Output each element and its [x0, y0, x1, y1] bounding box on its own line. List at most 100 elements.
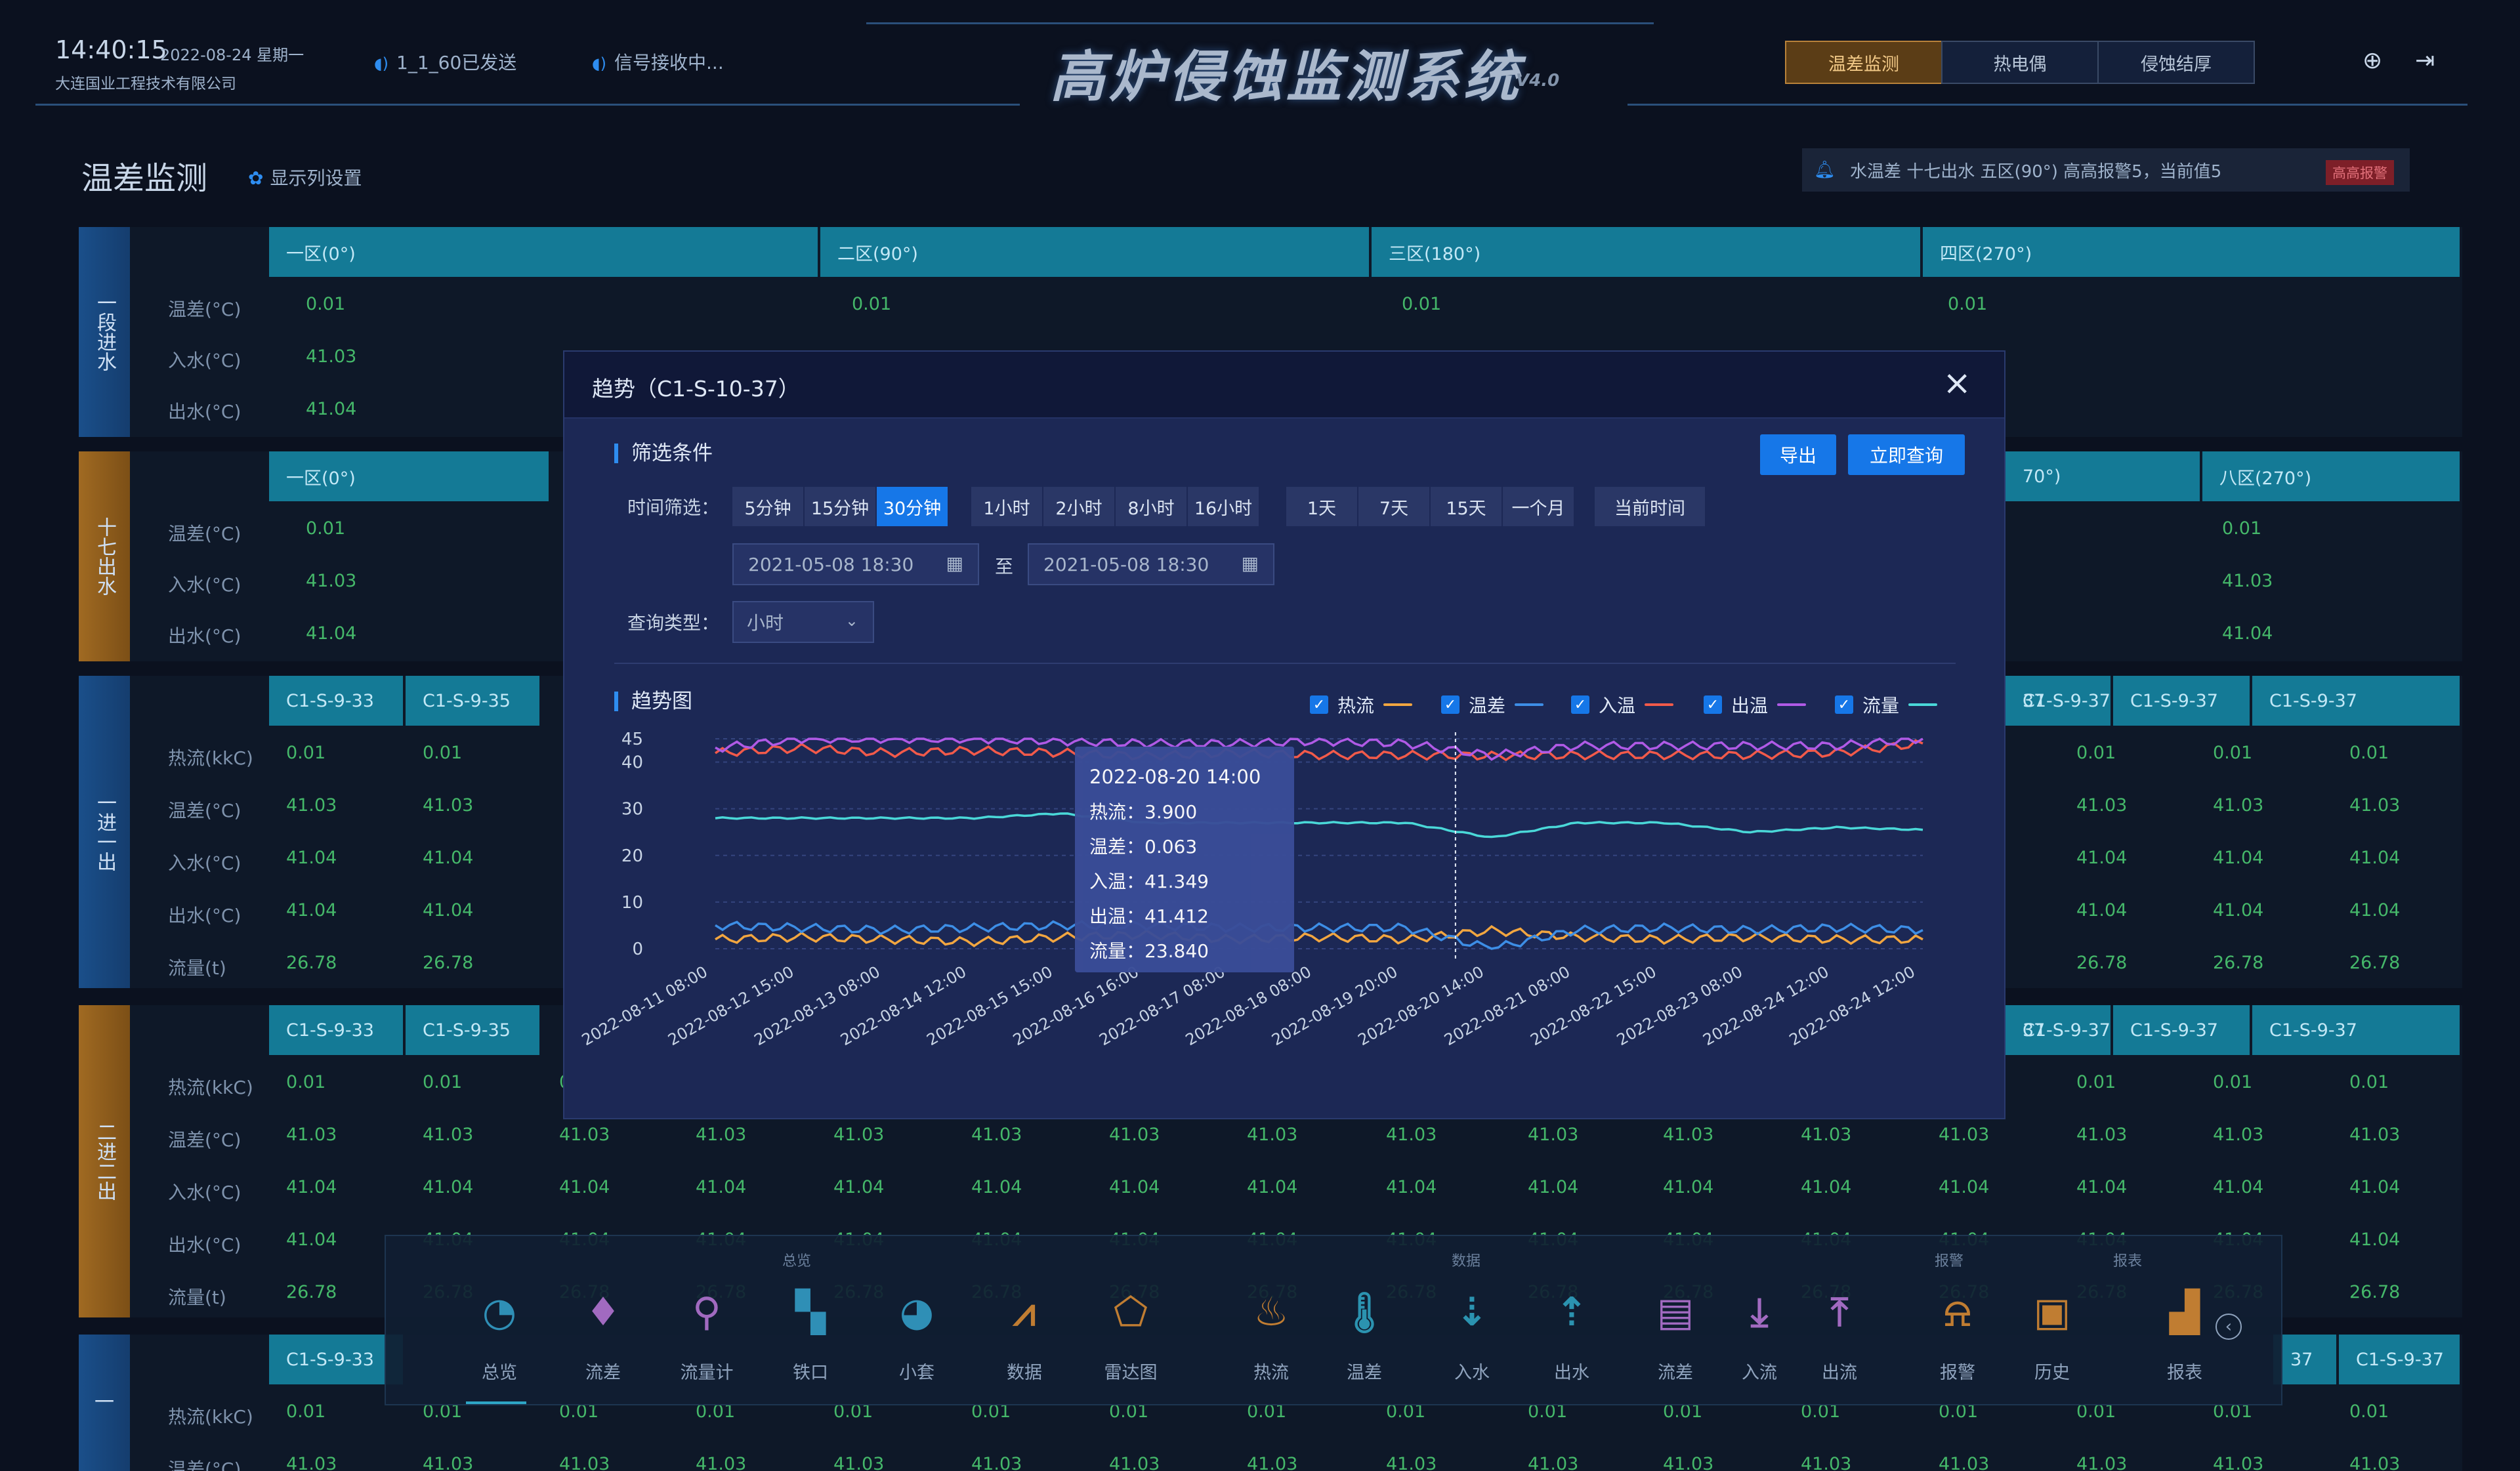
cell-value: 41.04 — [1663, 1177, 1714, 1197]
legend-label: 流量 — [1862, 695, 1900, 716]
legend-out-temp[interactable]: ✓ 出温 — [1704, 692, 1807, 718]
btn-1-hour[interactable]: 1小时 — [971, 487, 1042, 526]
dock-item[interactable]: 🌡︎ 温差 — [1328, 1282, 1400, 1384]
alarm-bar[interactable]: 🔔︎ 水温差 十七出水 五区(90°) 高高报警5，当前值5 高高报警 — [1802, 148, 2410, 192]
btn-15-day[interactable]: 15天 — [1431, 487, 1502, 526]
modal-title: 趋势（C1-S-10-37） — [592, 376, 800, 402]
dock-item[interactable]: ⤒ 出流 — [1803, 1282, 1876, 1384]
globe-icon[interactable]: ⊕ — [2362, 47, 2382, 74]
cell-value: 41.03 — [833, 1454, 885, 1471]
app-title: 高炉侵蚀监测系统 — [1049, 45, 1522, 109]
dock-item[interactable]: ▤ 流差 — [1639, 1282, 1712, 1384]
logout-icon[interactable]: ⇥ — [2415, 47, 2435, 74]
clock: 14:40:15 — [55, 35, 167, 64]
dock-item[interactable]: ♦ 流差 — [567, 1282, 639, 1384]
legend-flow[interactable]: ✓ 流量 — [1835, 692, 1938, 718]
cell-value: 41.03 — [1386, 1125, 1437, 1145]
dock-item[interactable]: ⚲ 流量计 — [671, 1282, 743, 1384]
btn-1-month[interactable]: 一个月 — [1503, 487, 1574, 526]
btn-16-hour[interactable]: 16小时 — [1188, 487, 1259, 526]
trend-modal: 趋势（C1-S-10-37） × 筛选条件 导出 立即查询 时间筛选： 5分钟 … — [563, 350, 2006, 1119]
alarm-level-badge: 高高报警 — [2326, 160, 2394, 185]
export-button[interactable]: 导出 — [1760, 434, 1836, 475]
legend-heat[interactable]: ✓ 热流 — [1310, 692, 1413, 718]
dock-item[interactable]: ▟ 报表 — [2149, 1282, 2221, 1384]
tab-erosion[interactable]: 侵蚀结厚 — [2097, 41, 2255, 84]
version-label: V4.0 — [1516, 71, 1560, 91]
column-header: C1-S-9-37 — [2006, 1005, 2113, 1055]
signal-icon: ◖) — [592, 54, 607, 73]
btn-now[interactable]: 当前时间 — [1595, 487, 1705, 526]
tab-temp-diff[interactable]: 温差监测 — [1785, 41, 1942, 84]
btn-5-min[interactable]: 5分钟 — [732, 487, 803, 526]
zone-header: 三区(180°) — [1372, 227, 1923, 277]
dock-item[interactable]: ⩘ 数据 — [988, 1282, 1060, 1384]
tooltip-line: 出温：41.412 — [1089, 905, 1209, 927]
alarm-light-icon: ⍾ — [1944, 1289, 1971, 1335]
signal-icon: ◖) — [374, 54, 389, 73]
flowmeter-icon: ⚲ — [692, 1289, 721, 1335]
dock-item[interactable]: ▣ 历史 — [2016, 1282, 2088, 1384]
cell-value: 41.03 — [2213, 1125, 2264, 1145]
cell-value: 41.04 — [2222, 623, 2273, 644]
query-button[interactable]: 立即查询 — [1848, 434, 1965, 475]
dock-item[interactable]: ♨ 热流 — [1235, 1282, 1307, 1384]
tab-thermocouple[interactable]: 热电偶 — [1941, 41, 2099, 84]
dock-item[interactable]: ⇡ 出水 — [1536, 1282, 1608, 1384]
alarm-text: 水温差 十七出水 五区(90°) 高高报警5，当前值5 — [1850, 161, 2222, 182]
dock-item[interactable]: ⬠ 雷达图 — [1095, 1282, 1167, 1384]
cell-value: 41.04 — [286, 1177, 337, 1197]
cell-value: 41.04 — [423, 848, 474, 868]
btn-15-min[interactable]: 15分钟 — [805, 487, 875, 526]
dock-item[interactable]: ◔ 总览 — [463, 1282, 536, 1384]
row-label: 温差(°C) — [168, 1459, 242, 1471]
cell-value: 41.03 — [833, 1125, 885, 1145]
dock-item[interactable]: ◕ 小套 — [881, 1282, 953, 1384]
upload-icon: ⤒ — [1830, 1289, 1849, 1335]
section-header-bar-right: 37 C1-S-9-37 — [2273, 1335, 2462, 1384]
btn-8-hour[interactable]: 8小时 — [1116, 487, 1186, 526]
cell-value: 0.01 — [286, 1401, 326, 1422]
dock-item-label: 数据 — [1007, 1363, 1042, 1383]
zone-header: 八区(270°) — [2202, 451, 2462, 501]
column-settings-link[interactable]: ✿ 显示列设置 — [248, 164, 362, 190]
cell-value: 0.01 — [2222, 518, 2262, 539]
dock-group-label: 总览 — [782, 1253, 812, 1270]
row-label: 温差(°C) — [168, 299, 242, 320]
cell-value: 41.04 — [696, 1177, 747, 1197]
legend-label: 出温 — [1731, 695, 1769, 716]
section-label-text: 一段进水 — [93, 293, 116, 371]
dock-item-label: 铁口 — [793, 1363, 828, 1383]
dock-item-label: 热流 — [1253, 1363, 1289, 1383]
day-segment: 1天 7天 15天 一个月 — [1286, 487, 1575, 526]
btn-1-day[interactable]: 1天 — [1286, 487, 1357, 526]
dock-item[interactable]: ⇣ 入水 — [1436, 1282, 1508, 1384]
btn-2-hour[interactable]: 2小时 — [1043, 487, 1114, 526]
tap-hole-icon: ▚ — [795, 1289, 826, 1335]
end-date-value: 2021-05-08 18:30 — [1043, 553, 1209, 575]
btn-30-min[interactable]: 30分钟 — [877, 487, 948, 526]
query-type-select[interactable]: 小时 ⌄ — [732, 601, 874, 643]
start-date-input[interactable]: 2021-05-08 18:30 ▦ — [732, 543, 979, 585]
btn-7-day[interactable]: 7天 — [1358, 487, 1429, 526]
dock-item[interactable]: ⤓ 入流 — [1723, 1282, 1796, 1384]
modal-titlebar: 趋势（C1-S-10-37） × — [564, 352, 2004, 419]
cell-value: 41.03 — [971, 1125, 1022, 1145]
legend-temp-diff[interactable]: ✓ 温差 — [1441, 692, 1544, 718]
row-label: 入水(°C) — [168, 1182, 242, 1203]
dock-item-label: 入流 — [1742, 1363, 1777, 1383]
close-icon[interactable]: × — [1942, 366, 1971, 400]
cell-value: 41.03 — [1386, 1454, 1437, 1471]
legend-swatch — [1645, 703, 1674, 706]
legend-in-temp[interactable]: ✓ 入温 — [1571, 692, 1674, 718]
dock-item[interactable]: ▚ 铁口 — [774, 1282, 847, 1384]
dock-item[interactable]: ⍾ 报警 — [1922, 1282, 1994, 1384]
row-label: 热流(kkC) — [168, 1077, 253, 1098]
dock-item-label: 历史 — [2034, 1363, 2070, 1383]
series-line — [715, 924, 1923, 947]
cell-value: 26.78 — [2349, 1282, 2401, 1302]
row-label: 温差(°C) — [168, 800, 242, 821]
section-header-bar-right: 70°) 八区(270°) — [2006, 451, 2462, 501]
cell-value: 41.03 — [306, 346, 357, 367]
end-date-input[interactable]: 2021-05-08 18:30 ▦ — [1028, 543, 1274, 585]
